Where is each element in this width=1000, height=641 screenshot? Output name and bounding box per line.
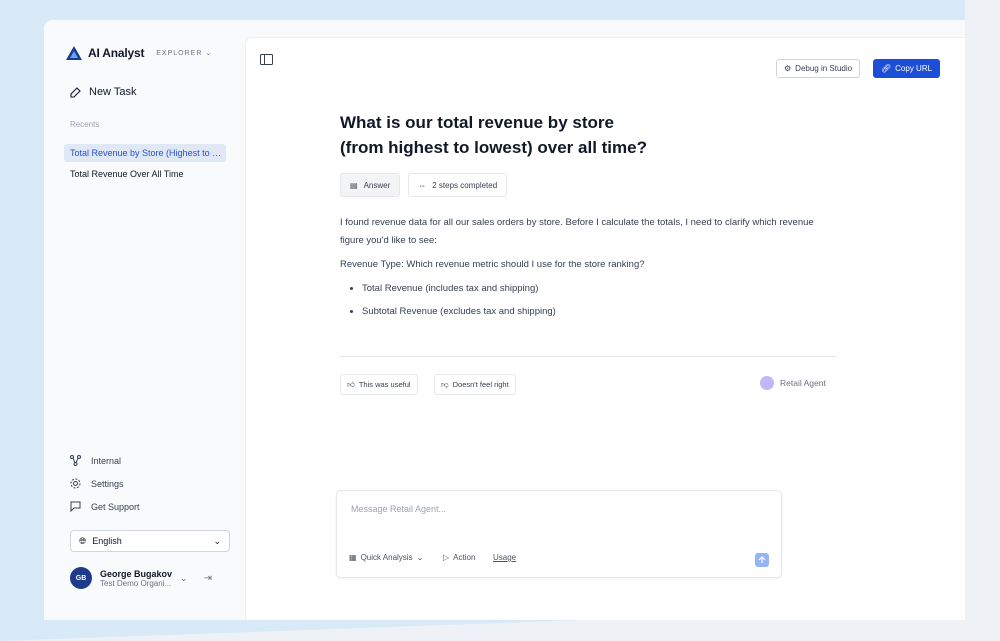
debug-label: Debug in Studio	[795, 64, 853, 73]
brand: AI Analyst EXPLORER ⌄	[66, 46, 212, 60]
language-select[interactable]: 🌐︎ English ⌄	[70, 530, 230, 552]
brand-logo-icon	[66, 46, 82, 60]
new-task-label: New Task	[89, 86, 137, 98]
steps-icon: ⇔	[418, 180, 427, 190]
sidebar-item-label: Settings	[91, 478, 124, 489]
chevron-down-icon: ⌄	[213, 535, 221, 546]
list-item: Total Revenue (includes tax and shipping…	[362, 280, 836, 298]
user-card[interactable]: GB George Bugakov Test Demo Organi... ⌄ …	[70, 565, 230, 591]
play-icon: ▷	[443, 553, 450, 562]
action-label: Action	[453, 553, 476, 562]
copy-label: Copy URL	[895, 64, 933, 73]
debug-in-studio-button[interactable]: ⚙︎ Debug in Studio	[776, 59, 861, 78]
sidebar-item-settings[interactable]: Settings	[70, 478, 124, 489]
language-value: English	[92, 536, 122, 546]
chevron-down-icon: ⌄	[180, 572, 188, 583]
link-icon: 🔗︎	[881, 64, 892, 73]
sidebar-item-internal[interactable]: Internal	[70, 455, 121, 466]
message-composer: ▦ Quick Analysis ⌄ ▷ Action Usage	[336, 490, 782, 578]
list-item: Subtotal Revenue (excludes tax and shipp…	[362, 303, 836, 321]
user-name: George Bugakov	[100, 568, 173, 579]
divider	[340, 356, 836, 357]
title-line-1: What is our total revenue by store	[340, 113, 614, 132]
mode-label: EXPLORER	[156, 49, 203, 57]
tab-answer-label: Answer	[363, 180, 391, 190]
options-list: Total Revenue (includes tax and shipping…	[340, 280, 836, 321]
copy-url-button[interactable]: 🔗︎ Copy URL	[873, 59, 941, 78]
agent-name: Retail Agent	[780, 378, 826, 388]
agent-badge: Retail Agent	[760, 376, 826, 390]
result-tabs: ▤ Answer ⇔ 2 steps completed	[340, 173, 508, 197]
tab-steps[interactable]: ⇔ 2 steps completed	[408, 173, 508, 197]
chat-icon	[70, 501, 81, 512]
document-icon: ▤	[350, 180, 358, 190]
usage-link[interactable]: Usage	[493, 553, 516, 562]
sidebar: AI Analyst EXPLORER ⌄ New Task Recents T…	[44, 20, 244, 620]
new-task-button[interactable]: New Task	[70, 86, 136, 98]
answer-body: I found revenue data for all our sales o…	[340, 214, 836, 326]
sidebar-item-label: Internal	[91, 455, 122, 466]
recent-item[interactable]: Total Revenue by Store (Highest to Lowes…	[64, 144, 226, 162]
tab-steps-label: 2 steps completed	[432, 180, 498, 190]
app-window: AI Analyst EXPLORER ⌄ New Task Recents T…	[44, 20, 965, 620]
chevron-down-icon: ⌄	[205, 50, 213, 57]
brand-name: AI Analyst	[88, 46, 145, 60]
sidebar-item-support[interactable]: Get Support	[70, 501, 140, 512]
useful-button[interactable]: 👍︎ This was useful	[340, 374, 418, 395]
action-button[interactable]: ▷ Action	[443, 553, 475, 562]
tab-answer[interactable]: ▤ Answer	[340, 173, 401, 197]
quick-analysis-label: Quick Analysis	[360, 553, 413, 562]
globe-icon: 🌐︎	[79, 535, 87, 546]
answer-question: Revenue Type: Which revenue metric shoul…	[340, 259, 645, 270]
mode-selector[interactable]: EXPLORER ⌄	[156, 49, 213, 58]
page-title: What is our total revenue by store (from…	[340, 110, 740, 160]
not-right-label: Doesn't feel right	[452, 380, 509, 389]
title-line-2: (from highest to lowest) over all time?	[340, 138, 647, 157]
analysis-icon: ▦	[349, 553, 357, 562]
useful-label: This was useful	[358, 380, 411, 389]
edit-icon	[70, 86, 81, 98]
quick-analysis-button[interactable]: ▦ Quick Analysis ⌄	[349, 553, 423, 562]
user-org: Test Demo Organi...	[100, 578, 172, 588]
recent-item[interactable]: Total Revenue Over All Time	[64, 165, 226, 183]
chevron-down-icon: ⌄	[416, 553, 424, 562]
message-input[interactable]	[349, 503, 763, 515]
answer-paragraph: I found revenue data for all our sales o…	[340, 217, 814, 246]
send-button[interactable]	[755, 553, 769, 567]
avatar: GB	[70, 567, 92, 589]
agent-avatar	[760, 376, 774, 390]
thumbs-down-icon: 👎︎	[441, 379, 449, 389]
sidebar-item-label: Get Support	[91, 501, 140, 512]
recents-label: Recents	[70, 120, 100, 129]
bug-icon: ⚙︎	[784, 64, 792, 73]
thumbs-up-icon: 👍︎	[347, 379, 355, 389]
main-panel: ⚙︎ Debug in Studio 🔗︎ Copy URL What is o…	[246, 38, 965, 620]
graph-icon	[70, 455, 81, 466]
logout-icon[interactable]: ⇥	[204, 573, 212, 584]
not-right-button[interactable]: 👎︎ Doesn't feel right	[434, 374, 516, 395]
gear-icon	[70, 478, 81, 489]
arrow-up-icon	[758, 556, 766, 563]
panel-toggle-icon[interactable]	[260, 54, 273, 65]
